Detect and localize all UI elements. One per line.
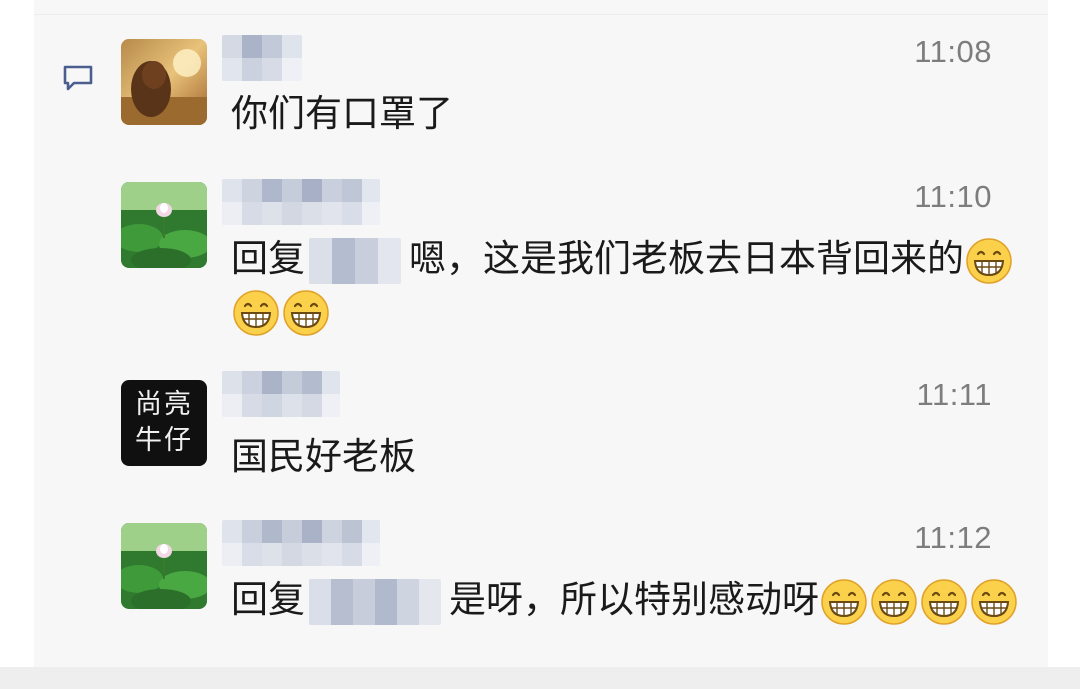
grinning-face-icon	[233, 289, 279, 336]
username-blurred	[222, 179, 380, 225]
comment-time: 11:08	[914, 34, 992, 69]
avatar-text-line: 牛仔	[135, 425, 193, 456]
comment-body: 国民好老板	[231, 435, 416, 478]
comment-text: 你们有口罩了	[231, 88, 1021, 140]
comment-text: 回复 是呀，所以特别感动呀	[231, 574, 1021, 626]
grinning-face-icon	[971, 578, 1017, 625]
username-blurred	[222, 520, 380, 566]
comment-text: 国民好老板	[231, 431, 1021, 483]
comment-text: 回复 嗯，这是我们老板去日本背回来的	[231, 233, 1021, 337]
divider	[34, 14, 1048, 15]
reply-prefix: 回复	[231, 237, 305, 280]
grinning-face-icon	[921, 578, 967, 625]
reply-prefix: 回复	[231, 578, 305, 621]
comment-time: 11:12	[914, 520, 992, 555]
comment-icon[interactable]	[62, 64, 94, 92]
reply-target-blurred[interactable]	[309, 578, 441, 625]
grinning-face-icon	[821, 578, 867, 625]
avatar[interactable]	[121, 39, 207, 125]
comment-time: 11:10	[914, 179, 992, 214]
username-blurred	[222, 35, 302, 81]
avatar[interactable]: 尚亮 牛仔	[121, 380, 207, 466]
grinning-face-icon	[871, 578, 917, 625]
avatar[interactable]	[121, 182, 207, 268]
grinning-face-icon	[966, 237, 1012, 284]
comment-body: 嗯，这是我们老板去日本背回来的	[409, 237, 964, 280]
avatar-text-line: 尚亮	[135, 389, 193, 420]
comment-body: 是呀，所以特别感动呀	[449, 578, 819, 621]
grinning-face-icon	[283, 289, 329, 336]
comment-time: 11:11	[916, 377, 992, 412]
comment-body: 你们有口罩了	[231, 92, 453, 135]
avatar[interactable]	[121, 523, 207, 609]
username-blurred	[222, 371, 340, 417]
bottom-edge	[0, 667, 1080, 689]
reply-target-blurred[interactable]	[309, 237, 401, 284]
